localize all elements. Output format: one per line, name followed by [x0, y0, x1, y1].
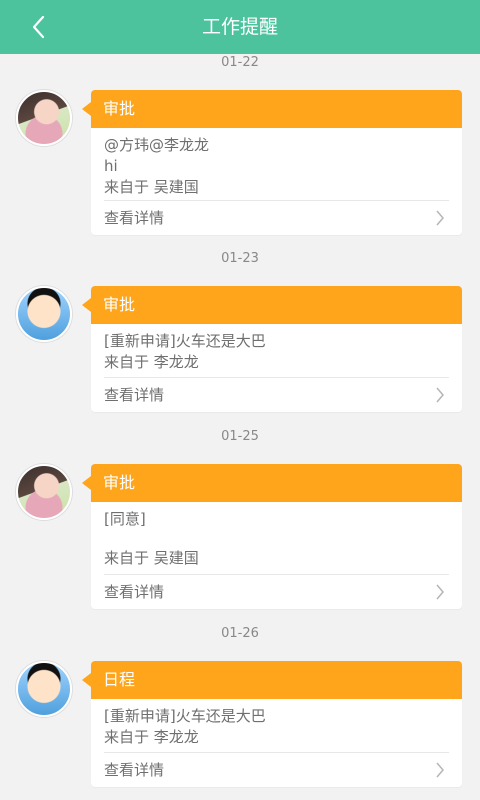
avatar[interactable] [16, 661, 72, 717]
notification-line: 来自于 李龙龙 [104, 728, 199, 746]
app-header: 工作提醒 [0, 0, 480, 54]
notification-line: [重新申请]火车还是大巴 [104, 332, 266, 350]
notification-type: 审批 [82, 286, 462, 324]
view-details-link[interactable]: 查看详情 [104, 752, 449, 787]
notification-type: 审批 [82, 90, 462, 128]
notification-type: 审批 [82, 464, 462, 502]
date-label: 01-22 [221, 55, 259, 70]
date-label: 01-25 [221, 429, 259, 444]
notification-card[interactable]: 审批 [同意] 来自于 吴建国 查看详情 [82, 464, 462, 609]
chevron-right-icon [436, 387, 444, 403]
notification-line: [同意] [104, 510, 146, 528]
view-details-label: 查看详情 [104, 761, 165, 779]
notification-type: 日程 [82, 661, 462, 699]
notification-line: 来自于 李龙龙 [104, 353, 199, 371]
notification-line: [重新申请]火车还是大巴 [104, 707, 266, 725]
page-title: 工作提醒 [201, 16, 278, 38]
notification-line: @方玮@李龙龙 [104, 136, 210, 154]
notification-card[interactable]: 审批 [重新申请]火车还是大巴 来自于 李龙龙 查看详情 [82, 286, 462, 412]
view-details-link[interactable]: 查看详情 [104, 200, 449, 235]
notification-line: hi [104, 157, 118, 175]
date-label: 01-26 [221, 626, 259, 641]
chevron-right-icon [436, 762, 444, 778]
view-details-label: 查看详情 [104, 209, 165, 227]
view-details-link[interactable]: 查看详情 [104, 574, 449, 609]
notification-line: 来自于 吴建国 [104, 178, 199, 196]
view-details-label: 查看详情 [104, 583, 165, 601]
view-details-link[interactable]: 查看详情 [104, 377, 449, 412]
notification-card[interactable]: 审批 @方玮@李龙龙 hi 来自于 吴建国 查看详情 [82, 90, 462, 235]
avatar[interactable] [16, 464, 72, 520]
view-details-label: 查看详情 [104, 386, 165, 404]
chevron-right-icon [436, 210, 444, 226]
avatar[interactable] [16, 90, 72, 146]
chevron-right-icon [436, 584, 444, 600]
notification-card[interactable]: 日程 [重新申请]火车还是大巴 来自于 李龙龙 查看详情 [82, 661, 462, 787]
notification-line: 来自于 吴建国 [104, 549, 199, 567]
date-label: 01-23 [221, 251, 259, 266]
avatar[interactable] [16, 286, 72, 342]
